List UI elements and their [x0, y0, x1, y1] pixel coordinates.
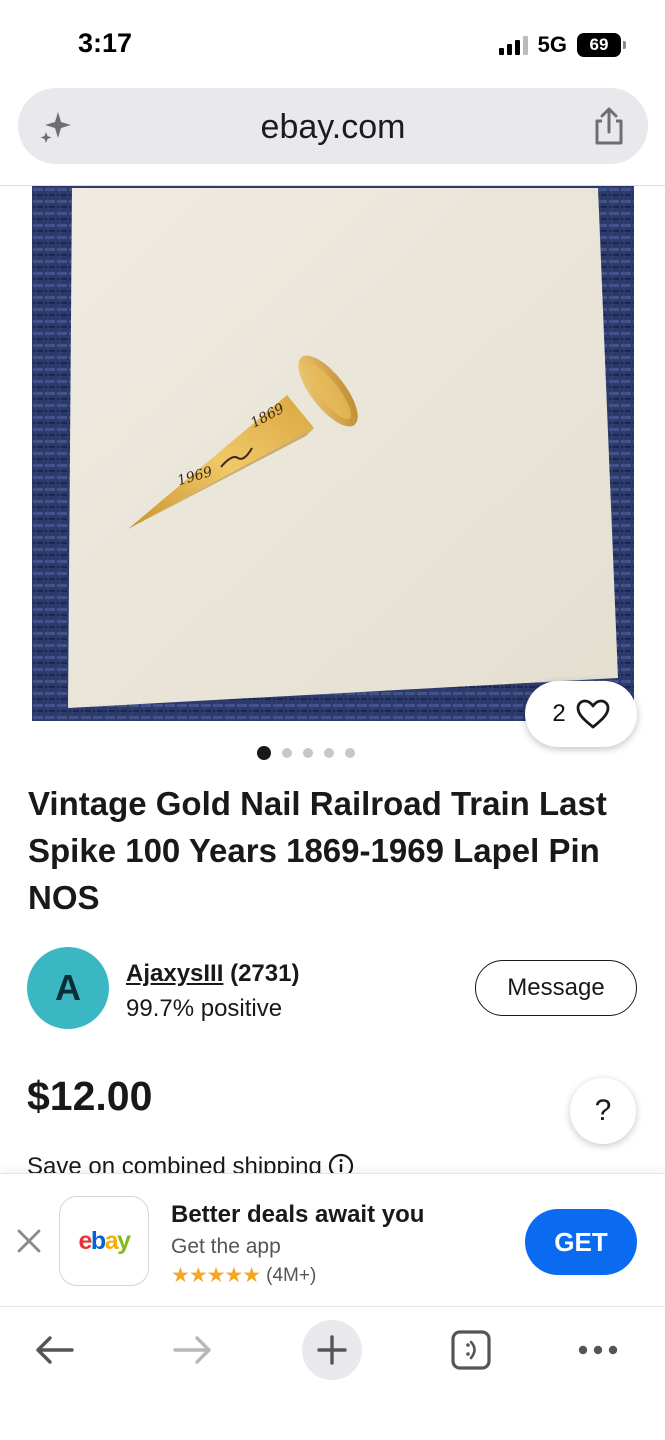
banner-title: Better deals await you — [171, 1201, 425, 1228]
carousel-dot[interactable] — [344, 748, 355, 758]
status-bar: 3:17 5G 69 — [0, 0, 665, 84]
app-rating: ★★★★★ (4M+) — [171, 1263, 316, 1288]
plus-icon — [317, 1335, 347, 1365]
more-icon — [578, 1345, 618, 1355]
address-bar[interactable]: ebay.com — [18, 88, 648, 164]
more-button[interactable] — [568, 1320, 628, 1380]
back-arrow-icon — [36, 1336, 74, 1364]
back-button[interactable] — [24, 1320, 84, 1380]
battery-icon: 69 — [577, 33, 626, 57]
seller-avatar-letter: A — [55, 967, 81, 1008]
carousel-dot[interactable] — [281, 748, 292, 758]
carousel-dot[interactable] — [302, 748, 313, 758]
share-icon[interactable] — [592, 106, 626, 146]
seller-avatar[interactable]: A — [27, 947, 109, 1029]
combined-shipping-text: Save on combined shipping — [27, 1153, 322, 1173]
help-button[interactable]: ? — [570, 1078, 636, 1144]
product-title: Vintage Gold Nail Railroad Train Last Sp… — [28, 785, 607, 916]
message-seller-button[interactable]: Message — [475, 960, 637, 1016]
product-image[interactable]: 1869 1969 — [32, 186, 634, 721]
watch-button[interactable]: 2 — [525, 681, 637, 747]
network-type: 5G — [537, 32, 567, 57]
seller-feedback-count: (2731) — [230, 960, 300, 987]
seller-name[interactable]: AjaxysIII (2731) — [126, 960, 299, 988]
status-time: 3:17 — [78, 28, 133, 58]
tabs-icon — [451, 1330, 491, 1370]
battery-level: 69 — [589, 35, 609, 54]
rating-count: (4M+) — [266, 1264, 317, 1286]
url-text[interactable]: ebay.com — [18, 108, 648, 147]
ebay-app-logo: ebay — [59, 1196, 149, 1286]
image-carousel-dots[interactable] — [0, 746, 665, 760]
star-rating-icon: ★★★★★ — [171, 1264, 261, 1287]
tabs-button[interactable] — [441, 1320, 501, 1380]
seller-positive-feedback: 99.7% positive — [126, 995, 283, 1022]
carousel-dot[interactable] — [323, 748, 334, 758]
close-icon[interactable] — [14, 1226, 44, 1256]
watch-count: 2 — [552, 700, 566, 727]
signal-icon — [498, 35, 528, 55]
get-app-button[interactable]: GET — [525, 1209, 637, 1275]
app-promo-banner: ebay Better deals await you Get the app … — [0, 1173, 665, 1307]
status-indicators: 5G 69 — [498, 32, 626, 58]
forward-arrow-icon — [173, 1336, 211, 1364]
combined-shipping-note[interactable]: Save on combined shipping — [27, 1153, 354, 1173]
heart-icon — [576, 699, 610, 729]
item-price: $12.00 — [27, 1073, 153, 1119]
browser-toolbar — [0, 1308, 665, 1440]
forward-button[interactable] — [163, 1320, 223, 1380]
banner-subtitle: Get the app — [171, 1235, 281, 1258]
carousel-dot[interactable] — [256, 746, 271, 760]
info-icon[interactable] — [328, 1153, 354, 1173]
seller-username-link[interactable]: AjaxysIII — [126, 960, 223, 987]
new-tab-button[interactable] — [302, 1320, 362, 1380]
